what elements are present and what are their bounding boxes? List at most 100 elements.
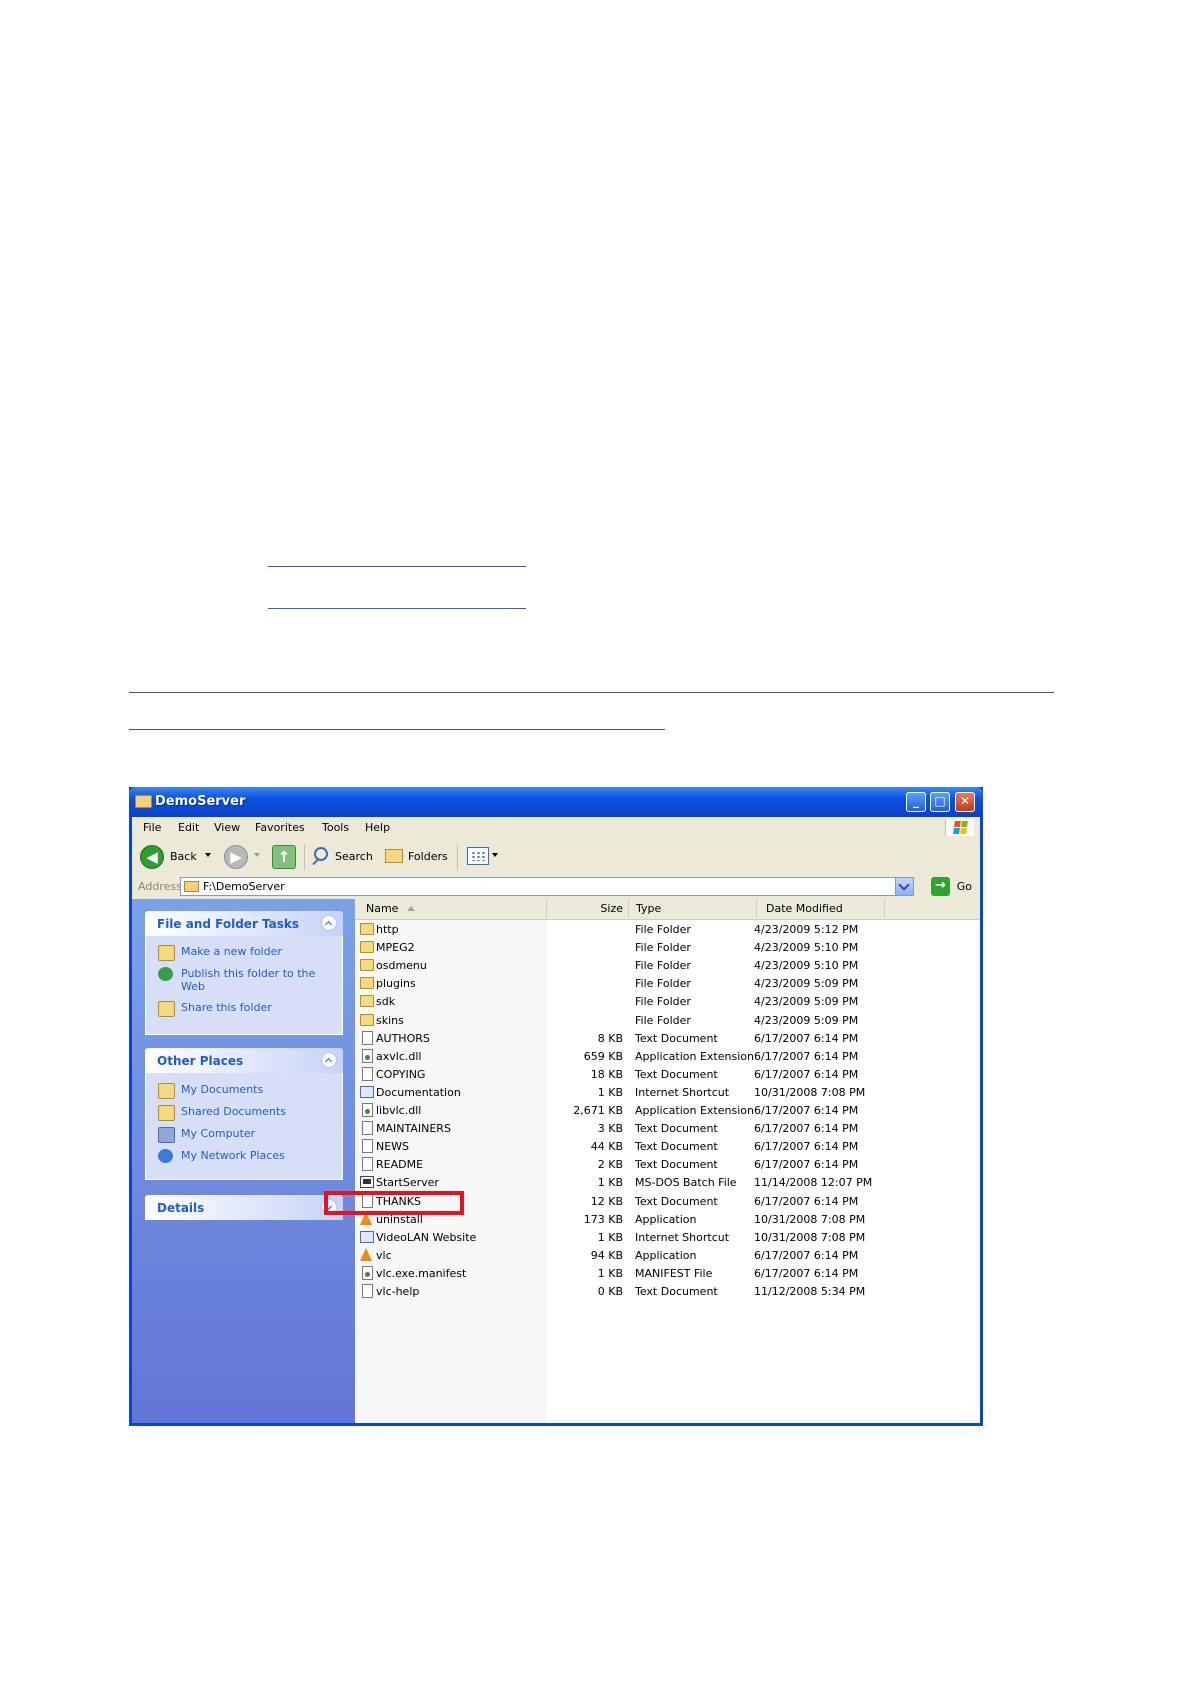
task-label: Make a new folder (181, 945, 282, 958)
file-size: 12 KB (590, 1194, 623, 1208)
file-row[interactable]: osdmenu File Folder 4/23/2009 5:10 PM (355, 957, 980, 975)
up-folder-icon[interactable]: ↑ (272, 845, 296, 869)
go-arrow-icon[interactable]: → (931, 877, 950, 896)
folder-icon (360, 941, 374, 954)
forward-arrow-icon[interactable]: ▶ (224, 845, 248, 869)
separator-line-2 (129, 729, 665, 730)
address-dropdown-icon[interactable] (895, 878, 913, 895)
panel-header[interactable]: Details (145, 1195, 343, 1220)
file-row[interactable]: http File Folder 4/23/2009 5:12 PM (355, 921, 980, 939)
column-header-type[interactable]: Type (629, 899, 757, 918)
explorer-window: DemoServer _ □ ✕ File Edit View Favorite… (129, 787, 983, 1426)
file-row[interactable]: sdk File Folder 4/23/2009 5:09 PM (355, 993, 980, 1011)
file-date: 6/17/2007 6:14 PM (754, 1140, 859, 1154)
shared-documents-icon (158, 1105, 175, 1121)
file-type: File Folder (635, 923, 691, 936)
menu-favorites[interactable]: Favorites (255, 821, 305, 834)
forward-dropdown-icon[interactable] (254, 853, 260, 857)
search-button-label[interactable]: Search (335, 850, 373, 863)
file-name: AUTHORS (376, 1031, 430, 1045)
my-computer-icon (158, 1127, 175, 1143)
menu-help[interactable]: Help (365, 821, 390, 834)
cone-icon (360, 1247, 372, 1261)
file-row[interactable]: Documentation 1 KB Internet Shortcut 10/31/… (355, 1084, 980, 1102)
file-row[interactable]: AUTHORS 8 KB Text Document 6/17/2007 6:14 P… (355, 1030, 980, 1048)
back-dropdown-icon[interactable] (205, 853, 211, 857)
file-row[interactable]: MAINTAINERS 3 KB Text Document 6/17/2007 6:… (355, 1120, 980, 1138)
window-title: DemoServer (155, 794, 246, 809)
address-input[interactable]: F:\DemoServer (180, 877, 914, 896)
file-row[interactable]: skins File Folder 4/23/2009 5:09 PM (355, 1012, 980, 1030)
file-name: NEWS (376, 1140, 410, 1154)
file-row[interactable]: vlc-help 0 KB Text Document 11/12/2008 5:34… (355, 1283, 980, 1301)
file-name: Documentation (376, 1085, 461, 1099)
menu-bar: File Edit View Favorites Tools Help (132, 817, 980, 840)
menu-file[interactable]: File (143, 821, 161, 834)
maximize-button[interactable]: □ (930, 792, 950, 812)
file-row[interactable]: plugins File Folder 4/23/2009 5:09 PM (355, 975, 980, 993)
dll-icon (362, 1103, 373, 1117)
file-row[interactable]: VideoLAN Website 1 KB Internet Shortcut 10/… (355, 1229, 980, 1247)
column-header-name[interactable]: Name (355, 899, 547, 918)
file-size: 1 KB (597, 1266, 623, 1280)
file-row[interactable]: vlc.exe.manifest 1 KB MANIFEST File 6/17/20… (355, 1265, 980, 1283)
collapse-icon[interactable] (321, 1052, 337, 1068)
folder-icon (135, 795, 152, 808)
file-row[interactable]: MPEG2 File Folder 4/23/2009 5:10 PM (355, 939, 980, 957)
new-folder-icon (158, 945, 175, 961)
file-row[interactable]: README 2 KB Text Document 6/17/2007 6:14 PM (355, 1156, 980, 1174)
address-label: Address (138, 880, 182, 893)
file-row[interactable]: axvlc.dll 659 KB Application Extension 6/17… (355, 1048, 980, 1066)
folders-button-label[interactable]: Folders (408, 850, 448, 863)
file-type: Text Document (635, 1194, 718, 1208)
file-row[interactable]: StartServer 1 KB MS-DOS Batch File 11/14/20… (355, 1174, 980, 1192)
file-name: axvlc.dll (376, 1049, 422, 1063)
file-size: 2 KB (597, 1158, 623, 1172)
dll-icon (362, 1265, 373, 1280)
panel-body: My Documents Shared Documents My Compute… (145, 1073, 343, 1180)
file-size: 18 KB (590, 1067, 623, 1081)
file-date: 6/17/2007 6:14 PM (754, 1158, 859, 1172)
back-button-label[interactable]: Back (170, 850, 197, 863)
file-row[interactable]: COPYING 18 KB Text Document 6/17/2007 6:14 … (355, 1066, 980, 1084)
column-header-size[interactable]: Size (547, 899, 629, 918)
file-row[interactable]: vlc 94 KB Application 6/17/2007 6:14 PM (355, 1247, 980, 1265)
menu-edit[interactable]: Edit (178, 821, 199, 834)
folder-icon (360, 923, 374, 935)
title-bar[interactable]: DemoServer _ □ ✕ (129, 787, 983, 817)
task-label: Publish this folder to the Web (181, 967, 316, 993)
minimize-button[interactable]: _ (906, 792, 926, 812)
menu-view[interactable]: View (214, 821, 240, 834)
file-size: 1 KB (597, 1230, 623, 1244)
file-size: 94 KB (590, 1248, 623, 1262)
file-date: 6/17/2007 6:14 PM (754, 1031, 859, 1045)
dll-icon (362, 1048, 373, 1063)
file-date: 6/17/2007 6:14 PM (754, 1266, 859, 1280)
file-date: 10/31/2008 7:08 PM (754, 1212, 866, 1226)
collapse-icon[interactable] (321, 915, 337, 931)
menu-tools[interactable]: Tools (322, 821, 349, 834)
file-row[interactable]: NEWS 44 KB Text Document 6/17/2007 6:14 PM (355, 1138, 980, 1156)
folders-icon[interactable] (385, 849, 403, 863)
file-name: osdmenu (376, 959, 427, 973)
file-type: Application Extension (635, 1049, 754, 1063)
file-date: 6/17/2007 6:14 PM (754, 1248, 859, 1262)
file-row[interactable]: libvlc.dll 2,671 KB Application Extension 6… (355, 1102, 980, 1120)
back-arrow-icon[interactable]: ◀ (140, 845, 164, 869)
file-type: File Folder (635, 995, 691, 1009)
panel-header[interactable]: File and Folder Tasks (145, 911, 343, 936)
panel-title: Details (157, 1201, 205, 1215)
column-header-date[interactable]: Date Modified (757, 899, 885, 918)
views-dropdown-icon[interactable] (492, 853, 498, 857)
file-date: 6/17/2007 6:14 PM (754, 1067, 859, 1081)
close-button[interactable]: ✕ (955, 792, 975, 812)
doc-icon (362, 1030, 373, 1045)
views-icon[interactable] (467, 847, 489, 865)
column-header: Name Size Type Date Modified (355, 899, 980, 920)
file-date: 11/12/2008 5:34 PM (754, 1285, 866, 1298)
file-date: 6/17/2007 6:14 PM (754, 1104, 859, 1117)
go-button-label[interactable]: Go (957, 880, 972, 893)
folder-icon (360, 977, 374, 990)
doc-icon (362, 1066, 373, 1081)
panel-header[interactable]: Other Places (145, 1048, 343, 1073)
